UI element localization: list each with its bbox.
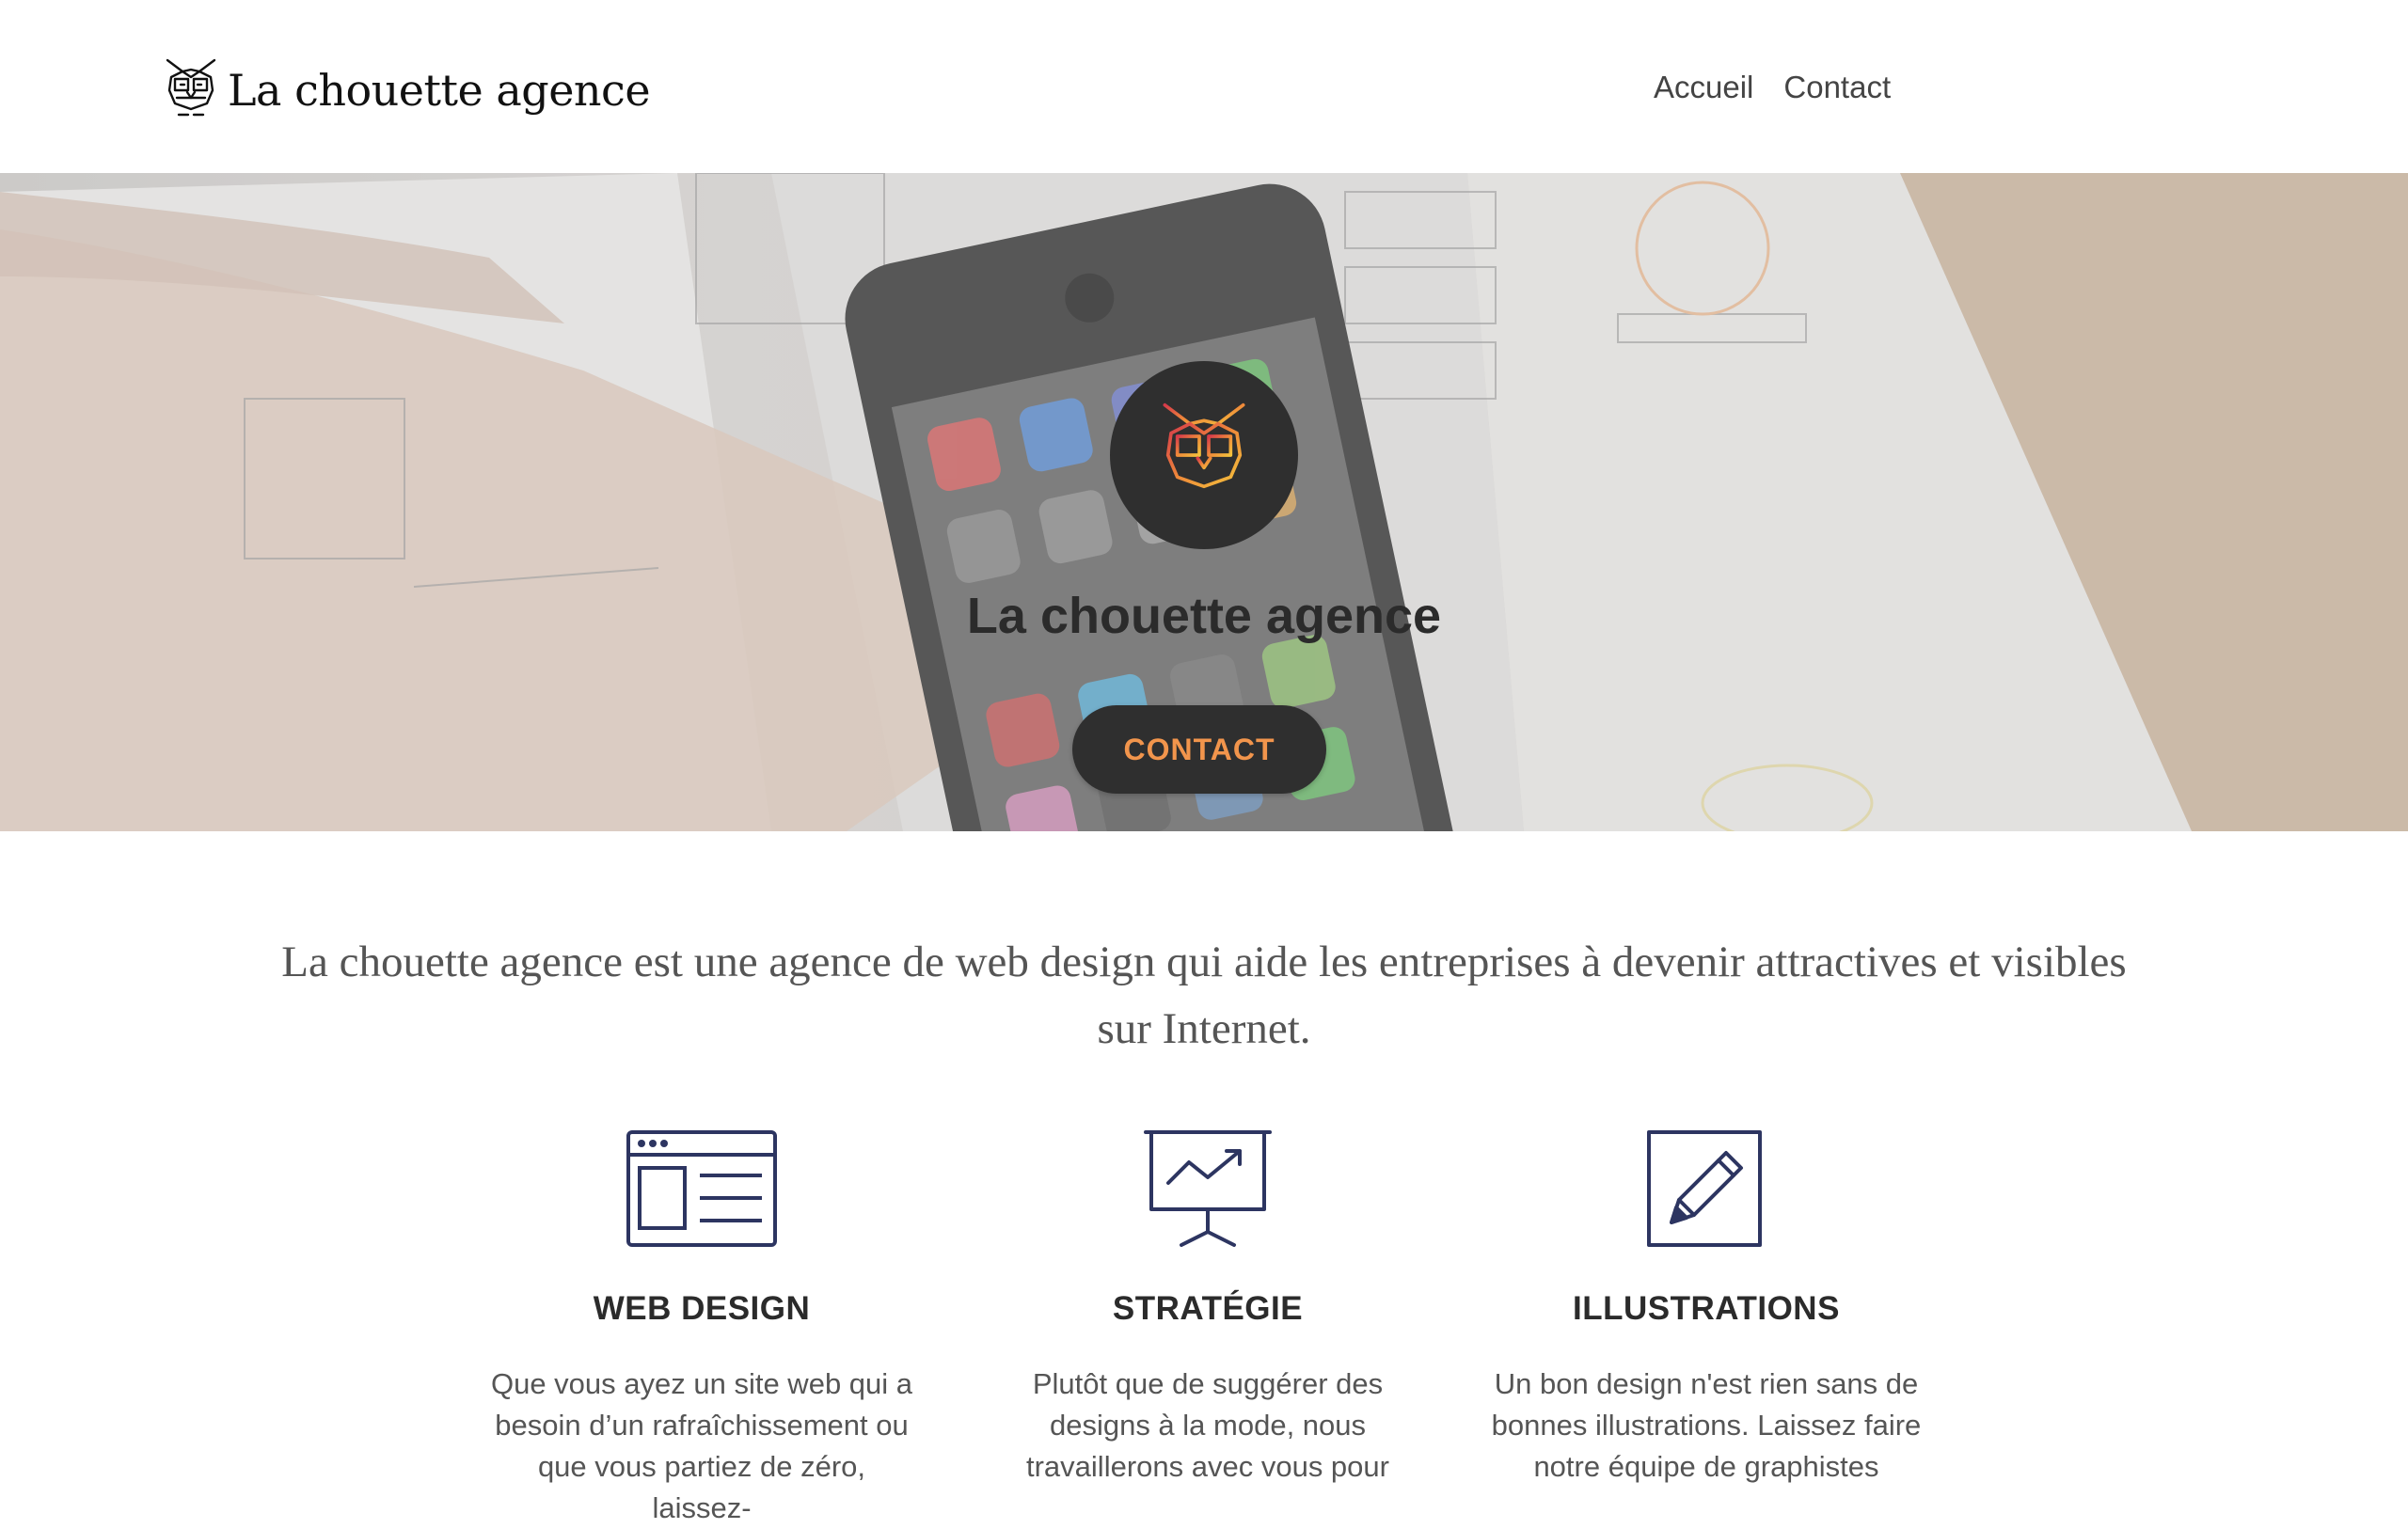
main-nav: Accueil Contact (1654, 70, 1891, 105)
hero-logo-badge (1110, 361, 1298, 549)
service-description: Un bon design n'est rien sans de bonnes … (1491, 1367, 1922, 1483)
owl-logo-icon (166, 58, 216, 117)
service-title: WEB DESIGN (593, 1290, 811, 1327)
nav-link-contact[interactable]: Contact (1783, 70, 1891, 105)
site-header: La chouette agence Accueil Contact (0, 0, 2408, 173)
hero-title: La chouette agence (966, 588, 1442, 644)
service-strategie: STRATÉGIE Plutôt que de suggérer des des… (963, 1128, 1452, 1488)
hero-section: La chouette agence CONTACT (0, 173, 2408, 831)
service-title: STRATÉGIE (1112, 1290, 1304, 1327)
pencil-icon (1647, 1130, 1762, 1247)
service-web-design: WEB DESIGN Que vous ayez un site web qui… (457, 1128, 946, 1529)
browser-window-icon (626, 1130, 777, 1247)
intro-text: La chouette agence est une agence de web… (281, 938, 2127, 1053)
nav-link-accueil[interactable]: Accueil (1654, 70, 1753, 105)
service-description: Plutôt que de suggérer des designs à la … (1026, 1367, 1389, 1483)
owl-gradient-icon (1163, 402, 1245, 498)
brand-logo[interactable]: La chouette agence (162, 56, 651, 124)
service-illustrations: ILLUSTRATIONS Un bon design n'est rien s… (1462, 1128, 1951, 1488)
contact-cta-button[interactable]: CONTACT (1072, 705, 1326, 794)
service-title: ILLUSTRATIONS (1573, 1290, 1840, 1327)
brand-name: La chouette agence (228, 65, 651, 116)
presentation-chart-icon (1144, 1130, 1272, 1247)
